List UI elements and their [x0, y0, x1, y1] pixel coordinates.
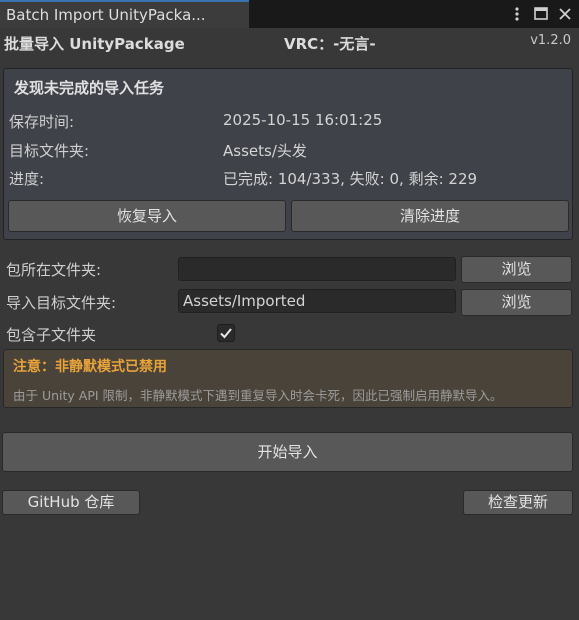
import-target-folder-input[interactable]: Assets/Imported: [178, 289, 456, 313]
progress-value: 已完成: 104/333, 失败: 0, 剩余: 229: [223, 170, 478, 188]
package-folder-label: 包所在文件夹:: [6, 261, 102, 279]
browse-package-folder-button[interactable]: 浏览: [461, 256, 572, 283]
resume-import-button[interactable]: 恢复导入: [8, 200, 286, 232]
check-update-button[interactable]: 检查更新: [463, 490, 573, 515]
include-subfolders-label: 包含子文件夹: [6, 326, 97, 344]
progress-label: 进度:: [9, 170, 45, 188]
browse-target-folder-button[interactable]: 浏览: [461, 289, 572, 316]
close-icon[interactable]: [557, 5, 573, 23]
vrc-author-title: VRC：-无言-: [284, 35, 376, 53]
app-title: 批量导入 UnityPackage: [4, 35, 185, 53]
save-time-label: 保存时间:: [9, 113, 75, 131]
version-label: v1.2.0: [530, 33, 571, 48]
warning-text: 由于 Unity API 限制，非静默模式下遇到重复导入时会卡死，因此已强制启用…: [13, 388, 503, 403]
more-options-icon[interactable]: [509, 5, 525, 23]
warning-title: 注意：非静默模式已禁用: [13, 359, 167, 375]
header: 批量导入 UnityPackage VRC：-无言- v1.2.0: [0, 32, 579, 56]
package-folder-input[interactable]: [178, 257, 456, 281]
include-subfolders-checkbox[interactable]: [217, 324, 235, 342]
warning-panel: 注意：非静默模式已禁用 由于 Unity API 限制，非静默模式下遇到重复导入…: [3, 349, 573, 408]
maximize-icon[interactable]: [533, 5, 549, 23]
unfinished-task-panel: 发现未完成的导入任务 保存时间: 2025-10-15 16:01:25 目标文…: [3, 68, 573, 240]
start-import-button[interactable]: 开始导入: [2, 432, 573, 472]
task-panel-title: 发现未完成的导入任务: [14, 79, 165, 97]
github-repo-button[interactable]: GitHub 仓库: [2, 490, 140, 515]
checkmark-icon: [220, 328, 232, 339]
clear-progress-button[interactable]: 清除进度: [291, 200, 569, 232]
window-tab-bar: Batch Import UnityPacka...: [0, 0, 579, 28]
save-time-value: 2025-10-15 16:01:25: [223, 111, 383, 129]
tab-actions: [509, 4, 573, 24]
task-target-folder-value: Assets/头发: [223, 142, 307, 160]
window-tab[interactable]: Batch Import UnityPacka...: [0, 0, 249, 28]
import-target-folder-label: 导入目标文件夹:: [6, 294, 117, 312]
task-target-folder-label: 目标文件夹:: [9, 142, 90, 160]
